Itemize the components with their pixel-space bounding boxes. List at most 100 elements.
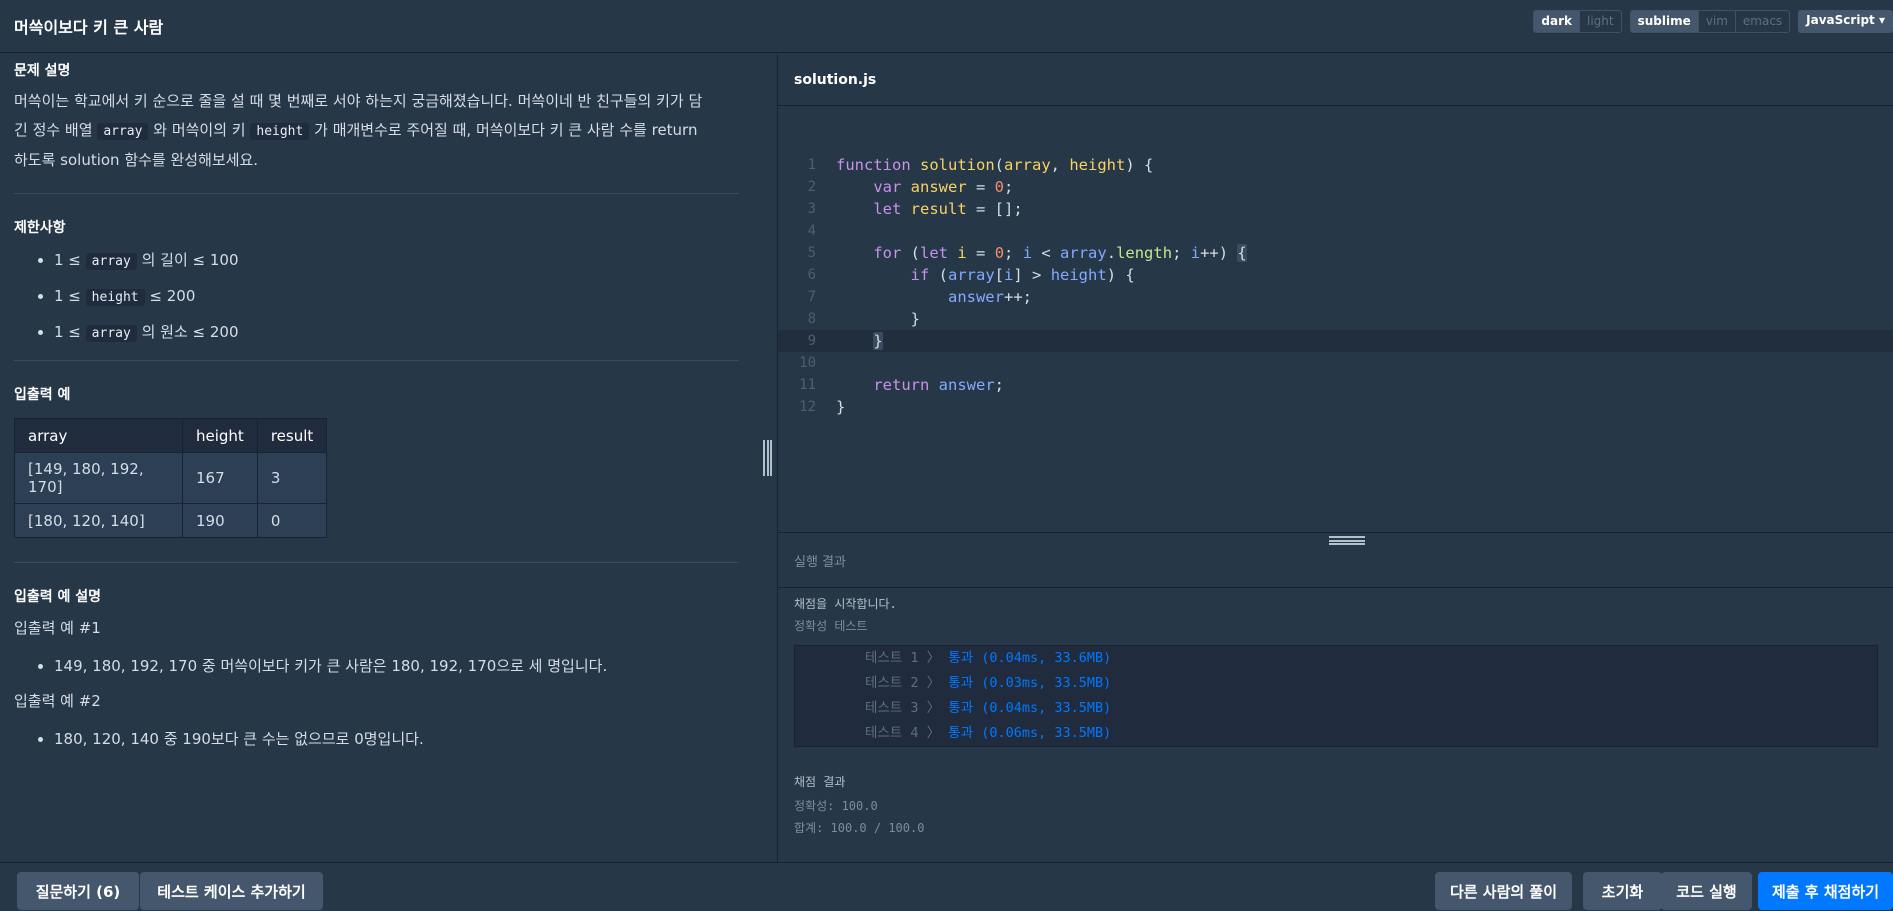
- test-result: 통과 (0.03ms, 33.5MB): [948, 675, 1112, 691]
- line-number: 10: [799, 355, 816, 371]
- code-line: 4: [778, 220, 1893, 242]
- code-text: }: [873, 332, 883, 350]
- table-cell: 167: [182, 452, 258, 504]
- vertical-resize-handle[interactable]: [763, 440, 772, 476]
- code-text: let result = [];: [873, 200, 1023, 218]
- table-cell: 0: [256, 503, 328, 538]
- list-item: 149, 180, 192, 170 중 머쓱이보다 키가 큰 사람은 180,…: [54, 649, 739, 683]
- description-line-2c: 가 매개변수로 주어질 때, 머쓱이보다 키 큰 사람 수를 return: [314, 121, 698, 139]
- example-2-title: 입출력 예 #2: [14, 692, 101, 710]
- constraints-heading: 제한사항: [14, 220, 66, 236]
- inline-code: height: [85, 289, 145, 306]
- description-line-2b: 와 머쓱이의 키: [153, 121, 246, 139]
- description-line-2a: 긴 정수 배열: [14, 121, 93, 139]
- line-number: 3: [807, 201, 816, 217]
- reset-button[interactable]: 초기화: [1583, 872, 1662, 910]
- example-1-title: 입출력 예 #1: [14, 619, 101, 637]
- test-name: 테스트 3: [865, 700, 919, 716]
- inline-code-height: height: [250, 123, 310, 140]
- inline-code: array: [85, 253, 137, 270]
- language-select[interactable]: JavaScript ▾: [1798, 10, 1893, 33]
- add-testcase-button[interactable]: 테스트 케이스 추가하기: [140, 872, 323, 910]
- run-code-button[interactable]: 코드 실행: [1661, 872, 1752, 910]
- start-message: 채점을 시작합니다.: [794, 597, 897, 611]
- submit-button[interactable]: 제출 후 채점하기: [1758, 872, 1893, 910]
- test-result-row: 테스트 3 〉 통과 (0.04ms, 33.5MB): [865, 696, 1111, 721]
- code-editor[interactable]: 1 function solution(array, height) { 2 va…: [778, 106, 1893, 584]
- problem-panel[interactable]: 문제 설명 머쓱이는 학교에서 키 순으로 줄을 설 때 몇 번째로 서야 하는…: [0, 54, 753, 862]
- chevron-right-icon: 〉: [926, 650, 941, 666]
- line-number: 4: [807, 223, 816, 239]
- code-text: if (array[i] > height) {: [910, 266, 1135, 284]
- description-line-1: 머쓱이는 학교에서 키 순으로 줄을 설 때 몇 번째로 서야 하는지 궁금해졌…: [14, 92, 703, 110]
- line-number: 2: [807, 179, 816, 195]
- code-text: }: [836, 398, 846, 416]
- constraints-list: 1 ≤ array 의 길이 ≤ 100 1 ≤ height ≤ 200 1 …: [14, 243, 739, 351]
- code-text: return answer;: [873, 376, 1005, 394]
- constraint-prefix: 1 ≤: [54, 287, 81, 305]
- line-number: 9: [807, 333, 816, 349]
- ask-question-button[interactable]: 질문하기 (6): [17, 872, 139, 910]
- test-result-row: 테스트 4 〉 통과 (0.06ms, 33.5MB): [865, 721, 1111, 746]
- code-text: function solution(array, height) {: [836, 156, 1154, 174]
- line-number: 11: [799, 377, 816, 393]
- result-title: 실행 결과: [794, 555, 846, 570]
- code-line: 11 return answer;: [778, 374, 1893, 396]
- example-2-list: 180, 120, 140 중 190보다 큰 수는 없으므로 0명입니다.: [14, 722, 739, 756]
- constraint-prefix: 1 ≤: [54, 251, 81, 269]
- bottom-action-bar: 질문하기 (6) 테스트 케이스 추가하기 다른 사람의 풀이 초기화 코드 실…: [0, 862, 1893, 911]
- chevron-right-icon: 〉: [926, 675, 941, 691]
- keymap-toggle: sublime vim emacs: [1629, 10, 1791, 33]
- column-header: array: [14, 418, 183, 453]
- accuracy-test-label: 정확성 테스트: [794, 619, 868, 633]
- test-name: 테스트 2: [865, 675, 919, 691]
- constraint-suffix: 의 길이 ≤ 100: [141, 251, 239, 269]
- table-cell: 190: [182, 503, 258, 538]
- code-line: 5 for (let i = 0; i < array.length; i++)…: [778, 242, 1893, 264]
- code-text: for (let i = 0; i < array.length; i++) {: [873, 244, 1247, 262]
- column-header: result: [256, 418, 328, 453]
- summary-title: 채점 결과: [794, 775, 846, 789]
- test-name: 테스트 1: [865, 650, 919, 666]
- theme-light-option[interactable]: light: [1579, 11, 1621, 32]
- constraint-prefix: 1 ≤: [54, 323, 81, 341]
- keymap-vim-option[interactable]: vim: [1697, 11, 1735, 32]
- code-line-active: 9 }: [778, 330, 1893, 352]
- constraint-suffix: 의 원소 ≤ 200: [141, 323, 239, 341]
- test-results-box: 테스트 1 〉 통과 (0.04ms, 33.6MB) 테스트 2 〉 통과 (…: [794, 645, 1878, 747]
- line-number: 12: [799, 399, 816, 415]
- code-text: }: [836, 310, 920, 328]
- io-example-table: array height result [149, 180, 192, 170]…: [14, 418, 328, 538]
- divider: [14, 360, 739, 361]
- total-score: 합계: 100.0 / 100.0: [794, 821, 925, 835]
- description-text: 머쓱이는 학교에서 키 순으로 줄을 설 때 몇 번째로 서야 하는지 궁금해졌…: [14, 87, 739, 175]
- code-line: 1 function solution(array, height) {: [778, 154, 1893, 176]
- header-bar: 머쓱이보다 키 큰 사람 dark light sublime vim emac…: [0, 0, 1893, 53]
- theme-dark-option[interactable]: dark: [1534, 11, 1579, 32]
- constraint-item: 1 ≤ array 의 길이 ≤ 100: [54, 243, 739, 279]
- test-result-row: 테스트 1 〉 통과 (0.04ms, 33.6MB): [865, 646, 1111, 671]
- result-panel: 실행 결과 채점을 시작합니다. 정확성 테스트 테스트 1 〉 통과 (0.0…: [778, 532, 1893, 862]
- example-1-list: 149, 180, 192, 170 중 머쓱이보다 키가 큰 사람은 180,…: [14, 649, 739, 683]
- page-title: 머쓱이보다 키 큰 사람: [14, 18, 164, 37]
- file-tab[interactable]: solution.js: [778, 54, 1893, 106]
- line-number: 8: [807, 311, 816, 327]
- divider: [14, 562, 739, 563]
- keymap-sublime-option[interactable]: sublime: [1630, 11, 1698, 32]
- table-cell: [180, 120, 140]: [14, 503, 183, 538]
- line-number: 7: [807, 289, 816, 305]
- code-line: 8 }: [778, 308, 1893, 330]
- divider: [778, 587, 1893, 588]
- constraint-item: 1 ≤ height ≤ 200: [54, 279, 739, 315]
- column-header: height: [182, 418, 258, 453]
- keymap-emacs-option[interactable]: emacs: [1734, 11, 1790, 32]
- chevron-down-icon: ▾: [1878, 13, 1885, 27]
- table-row: [180, 120, 140] 190 0: [14, 503, 328, 538]
- others-solution-button[interactable]: 다른 사람의 풀이: [1435, 872, 1572, 910]
- code-line: 7 answer++;: [778, 286, 1893, 308]
- table-row: [149, 180, 192, 170] 167 3: [14, 452, 328, 504]
- test-result: 통과 (0.04ms, 33.6MB): [948, 650, 1112, 666]
- description-heading: 문제 설명: [14, 63, 71, 79]
- constraint-suffix: ≤ 200: [149, 287, 196, 305]
- inline-code-array: array: [97, 123, 149, 140]
